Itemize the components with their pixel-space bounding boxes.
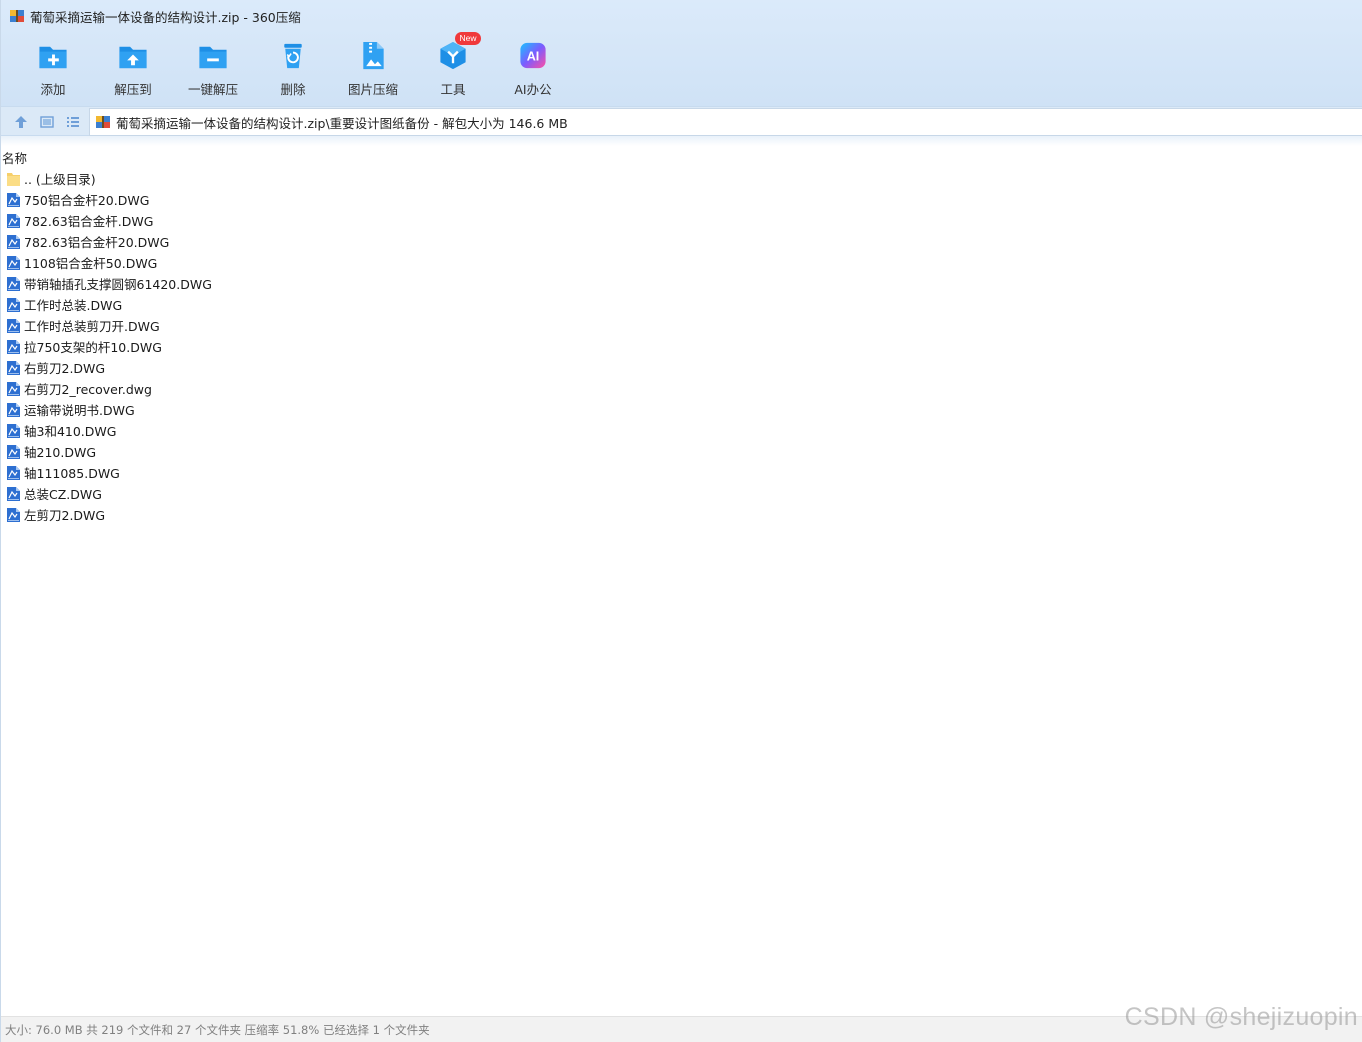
up-arrow-icon[interactable] xyxy=(13,114,29,130)
dwg-file-icon xyxy=(7,339,20,354)
file-list: .. (上级目录) 750铝合金杆20.DWG 782.63铝合金杆.DWG 782.… xyxy=(6,168,212,525)
file-name: 1108铝合金杆50.DWG xyxy=(24,256,158,271)
dwg-file-icon xyxy=(7,255,20,270)
file-name: 轴210.DWG xyxy=(24,445,97,460)
file-name: 轴111085.DWG xyxy=(24,466,120,481)
watermark: CSDN @shejizuopin xyxy=(1124,1003,1358,1031)
delete-icon xyxy=(284,43,302,69)
file-row[interactable]: 带销轴插孔支撑圆钢61420.DWG xyxy=(6,273,212,294)
file-name: 带销轴插孔支撑圆钢61420.DWG xyxy=(24,277,212,292)
file-row[interactable]: 左剪刀2.DWG xyxy=(6,504,212,525)
status-text: 大小: 76.0 MB 共 219 个文件和 27 个文件夹 压缩率 51.8%… xyxy=(5,1023,430,1037)
svg-text:AI: AI xyxy=(527,49,540,63)
address-row: 葡萄采摘运输一体设备的结构设计.zip\重要设计图纸备份 - 解包大小为 146… xyxy=(1,106,1362,136)
file-row[interactable]: 轴3和410.DWG xyxy=(6,420,212,441)
file-row[interactable]: 拉750支架的杆10.DWG xyxy=(6,336,212,357)
folder-icon xyxy=(7,172,20,186)
file-name: 右剪刀2_recover.dwg xyxy=(24,382,152,397)
window-title: 葡萄采摘运输一体设备的结构设计.zip - 360压缩 xyxy=(30,9,301,25)
file-name: 750铝合金杆20.DWG xyxy=(24,193,150,208)
file-name: 轴3和410.DWG xyxy=(24,424,117,439)
title-bar: 葡萄采摘运输一体设备的结构设计.zip - 360压缩 xyxy=(1,0,1362,32)
file-name: 782.63铝合金杆.DWG xyxy=(24,214,154,229)
new-badge: New xyxy=(455,32,481,45)
file-row[interactable]: 总装CZ.DWG xyxy=(6,483,212,504)
file-row[interactable]: 轴111085.DWG xyxy=(6,462,212,483)
dwg-file-icon xyxy=(7,192,20,207)
file-row[interactable]: 1108铝合金杆50.DWG xyxy=(6,252,212,273)
file-row[interactable]: 轴210.DWG xyxy=(6,441,212,462)
file-row[interactable]: 右剪刀2.DWG xyxy=(6,357,212,378)
file-name: 右剪刀2.DWG xyxy=(24,361,106,376)
file-name: 782.63铝合金杆20.DWG xyxy=(24,235,170,250)
ai-office-icon: AI xyxy=(520,42,546,69)
dwg-file-icon xyxy=(7,507,20,522)
address-bar[interactable]: 葡萄采摘运输一体设备的结构设计.zip\重要设计图纸备份 - 解包大小为 146… xyxy=(89,108,1362,136)
file-name: 运输带说明书.DWG xyxy=(24,403,135,418)
file-row[interactable]: 右剪刀2_recover.dwg xyxy=(6,378,212,399)
zip-archive-icon xyxy=(96,116,110,128)
file-name: 总装CZ.DWG xyxy=(24,487,102,502)
image-compress-label: 图片压缩 xyxy=(347,82,398,97)
extract-to-label: 解压到 xyxy=(114,82,152,97)
dwg-file-icon xyxy=(7,276,20,291)
dwg-file-icon xyxy=(7,423,20,438)
add-label: 添加 xyxy=(40,82,66,97)
file-row[interactable]: 工作时总装.DWG xyxy=(6,294,212,315)
file-row[interactable]: 750铝合金杆20.DWG xyxy=(6,189,212,210)
list-view-icon[interactable] xyxy=(65,114,81,130)
delete-button[interactable]: 删除 xyxy=(253,36,333,98)
app-window: 葡萄采摘运输一体设备的结构设计.zip - 360压缩 添加 解压到 一键解压 … xyxy=(0,0,1362,1042)
thumbnail-view-icon[interactable] xyxy=(39,114,55,130)
file-name: 工作时总装.DWG xyxy=(24,298,123,313)
extract-to-button[interactable]: 解压到 xyxy=(93,36,173,98)
dwg-file-icon xyxy=(7,213,20,228)
one-click-extract-label: 一键解压 xyxy=(187,82,238,97)
extract-to-icon xyxy=(119,46,147,69)
dwg-file-icon xyxy=(7,486,20,501)
file-name: .. (上级目录) xyxy=(24,172,96,187)
dwg-file-icon xyxy=(7,402,20,417)
file-row[interactable]: 工作时总装剪刀开.DWG xyxy=(6,315,212,336)
dwg-file-icon xyxy=(7,444,20,459)
dwg-file-icon xyxy=(7,318,20,333)
dwg-file-icon xyxy=(7,465,20,480)
column-header-name[interactable]: 名称 xyxy=(2,148,27,167)
top-band: 葡萄采摘运输一体设备的结构设计.zip - 360压缩 添加 解压到 一键解压 … xyxy=(1,0,1362,106)
add-icon xyxy=(39,46,67,69)
delete-label: 删除 xyxy=(280,82,306,97)
header-gradient xyxy=(1,136,1362,146)
tools-button[interactable]: 工具 xyxy=(413,36,493,98)
address-path: 葡萄采摘运输一体设备的结构设计.zip\重要设计图纸备份 - 解包大小为 146… xyxy=(116,115,568,131)
ai-office-label: AI办公 xyxy=(514,82,552,97)
file-row[interactable]: 782.63铝合金杆20.DWG xyxy=(6,231,212,252)
image-compress-button[interactable]: 图片压缩 xyxy=(333,36,413,98)
tools-label: 工具 xyxy=(440,82,466,97)
one-click-extract-button[interactable]: 一键解压 xyxy=(173,36,253,98)
zip-archive-icon xyxy=(10,10,24,22)
dwg-file-icon xyxy=(7,234,20,249)
file-row[interactable]: 运输带说明书.DWG xyxy=(6,399,212,420)
add-button[interactable]: 添加 xyxy=(13,36,93,98)
parent-folder-row[interactable]: .. (上级目录) xyxy=(6,168,212,189)
dwg-file-icon xyxy=(7,360,20,375)
file-name: 左剪刀2.DWG xyxy=(24,508,106,523)
file-name: 工作时总装剪刀开.DWG xyxy=(24,319,160,334)
dwg-file-icon xyxy=(7,297,20,312)
image-compress-icon xyxy=(363,41,384,70)
toolbar: 添加 解压到 一键解压 删除 图片压缩 工具 AI AI办公 xyxy=(13,36,573,98)
file-row[interactable]: 782.63铝合金杆.DWG xyxy=(6,210,212,231)
ai-office-button[interactable]: AI AI办公 xyxy=(493,36,573,98)
dwg-file-icon xyxy=(7,381,20,396)
one-click-extract-icon xyxy=(199,46,227,69)
file-name: 拉750支架的杆10.DWG xyxy=(24,340,162,355)
